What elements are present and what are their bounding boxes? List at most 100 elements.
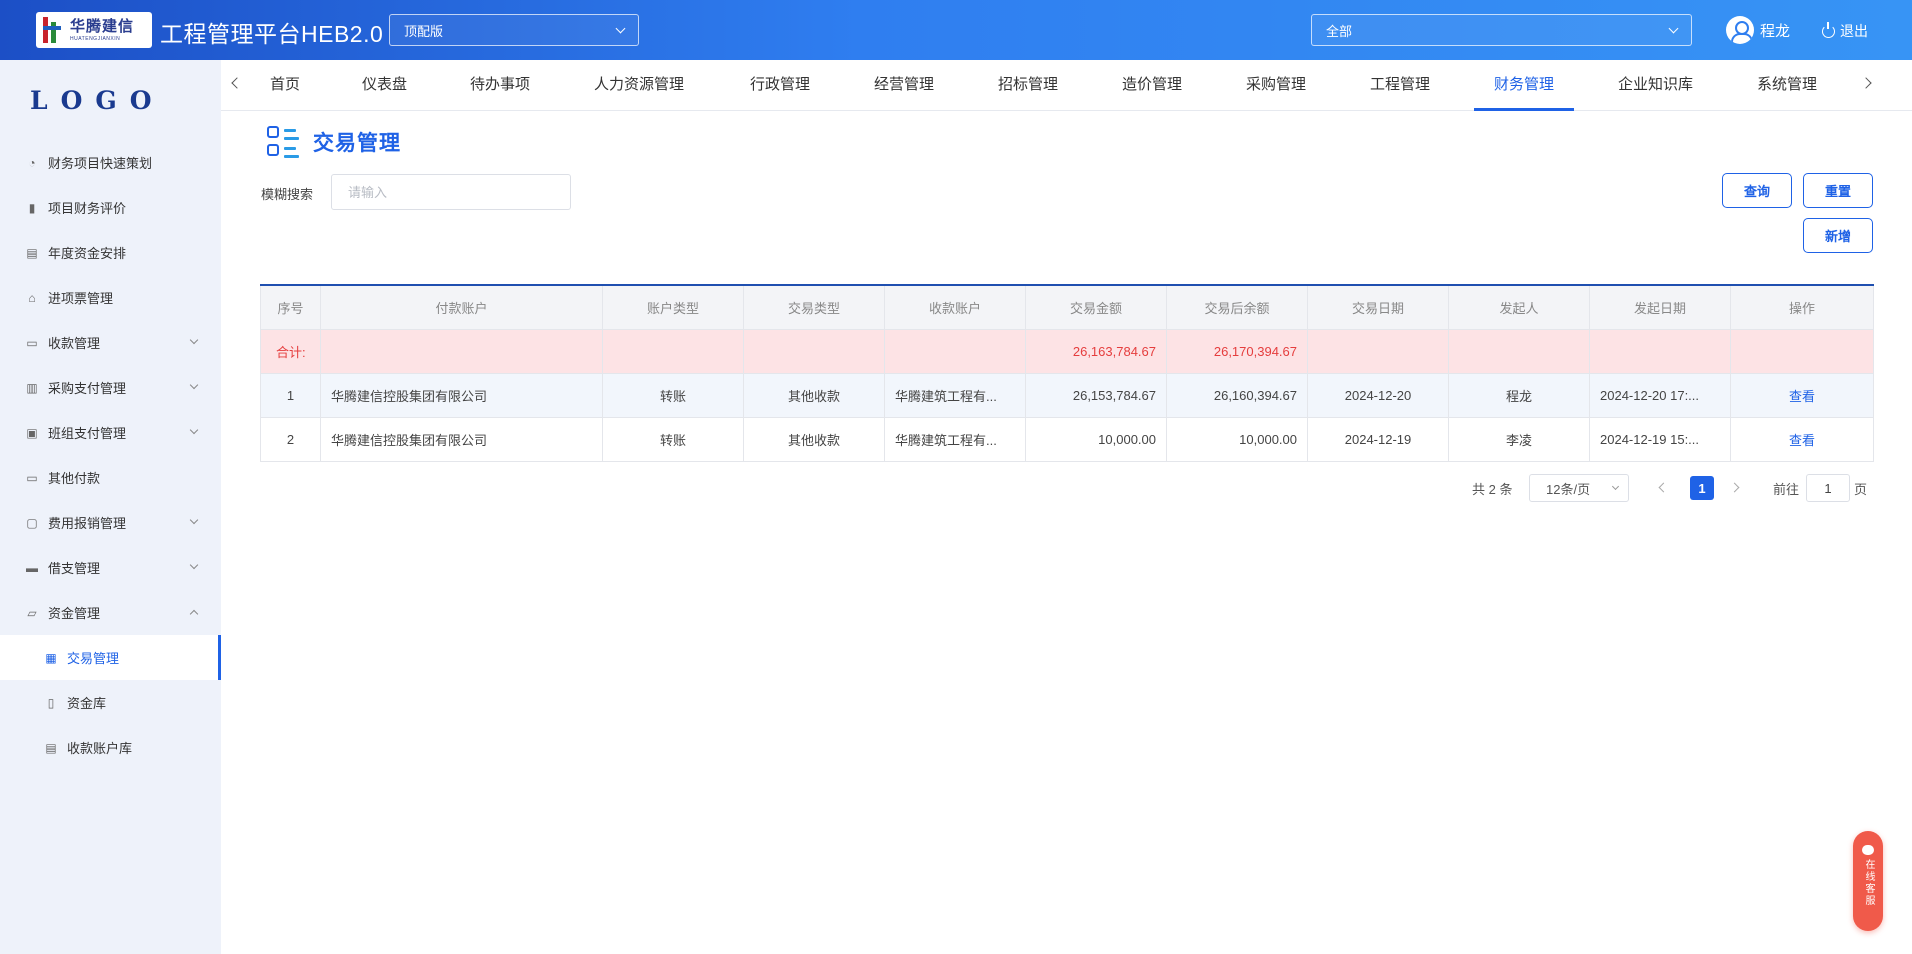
sidebar-item-receipts[interactable]: ▭ 收款管理 — [0, 320, 221, 365]
cell-pay-account: 华腾建信控股集团有限公司 — [320, 416, 603, 462]
tab-home[interactable]: 首页 — [270, 60, 300, 111]
tab-finance[interactable]: 财务管理 — [1473, 60, 1575, 111]
tab-bidding[interactable]: 招标管理 — [998, 60, 1058, 111]
sidebar-item-purchase-payment[interactable]: ▥ 采购支付管理 — [0, 365, 221, 410]
list-menu-icon — [267, 126, 299, 158]
col-header-trade-type: 交易类型 — [743, 284, 885, 330]
tab-procurement[interactable]: 采购管理 — [1246, 60, 1306, 111]
tab-admin[interactable]: 行政管理 — [750, 60, 810, 111]
cell-trade-type: 其他收款 — [743, 416, 885, 462]
chevron-down-icon — [189, 335, 199, 345]
sidebar-item-label: 进项票管理 — [48, 291, 114, 306]
page-size-value: 12条/页 — [1546, 481, 1591, 497]
view-link[interactable]: 查看 — [1789, 389, 1815, 404]
cell-initiator: 程龙 — [1448, 372, 1590, 418]
sidebar-item-fund-library[interactable]: ▯ 资金库 — [0, 680, 221, 725]
monitor-icon: ▭ — [26, 335, 38, 350]
summary-label: 合计: — [260, 328, 321, 374]
tab-dashboard[interactable]: 仪表盘 — [362, 60, 407, 111]
col-header-init-date: 发起日期 — [1589, 284, 1731, 330]
scope-select-value: 全部 — [1326, 23, 1353, 39]
chevron-left-icon[interactable] — [231, 77, 243, 89]
view-link[interactable]: 查看 — [1789, 433, 1815, 448]
sidebar-item-other-payment[interactable]: ▭ 其他付款 — [0, 455, 221, 500]
module-nav: 首页 仪表盘 待办事项 人力资源管理 行政管理 经营管理 招标管理 造价管理 采… — [221, 60, 1912, 111]
sidebar-item-loan[interactable]: ▬ 借支管理 — [0, 545, 221, 590]
tab-system[interactable]: 系统管理 — [1757, 60, 1817, 111]
cell-no: 1 — [260, 372, 321, 418]
col-header-initiator: 发起人 — [1448, 284, 1590, 330]
tab-knowledge[interactable]: 企业知识库 — [1618, 60, 1693, 111]
cell-amount: 26,153,784.67 — [1025, 372, 1167, 418]
next-page-icon[interactable] — [1729, 482, 1740, 493]
top-header: 华腾建信 HUATENGJIANXIN 工程管理平台HEB2.0 顶配版 全部 … — [0, 0, 1912, 60]
document-icon: ▤ — [26, 245, 38, 260]
cell-account-type: 转账 — [602, 416, 744, 462]
chevron-down-icon — [615, 23, 626, 33]
tab-cost[interactable]: 造价管理 — [1122, 60, 1182, 111]
avatar-icon — [1726, 16, 1754, 44]
chat-icon — [1862, 845, 1874, 855]
col-header-no: 序号 — [260, 284, 321, 330]
cell-date: 2024-12-20 — [1307, 372, 1449, 418]
version-select[interactable]: 顶配版 — [389, 14, 639, 46]
brand-name: 华腾建信 — [70, 16, 135, 35]
summary-cell — [743, 328, 885, 374]
sidebar-item-expense[interactable]: ▢ 费用报销管理 — [0, 500, 221, 545]
current-page[interactable]: 1 — [1690, 476, 1714, 500]
chart-icon: ▥ — [26, 380, 38, 395]
chevron-right-icon[interactable] — [1860, 77, 1872, 89]
summary-cell — [1307, 328, 1449, 374]
company-logo: 华腾建信 HUATENGJIANXIN — [36, 12, 152, 48]
search-label: 模糊搜索 — [261, 187, 314, 202]
ticket-icon: ▬ — [26, 560, 38, 575]
tab-engineering[interactable]: 工程管理 — [1370, 60, 1430, 111]
page-size-select[interactable]: 12条/页 — [1529, 474, 1629, 502]
sidebar-item-project-planning[interactable]: ◔ 财务项目快速策划 — [0, 140, 221, 185]
search-input[interactable] — [331, 174, 571, 210]
scope-select[interactable]: 全部 — [1311, 14, 1692, 46]
cell-trade-type: 其他收款 — [743, 372, 885, 418]
online-service-button[interactable]: 在线客服 — [1853, 831, 1883, 931]
table-header-row: 序号 付款账户 账户类型 交易类型 收款账户 交易金额 交易后余额 交易日期 发… — [260, 284, 1874, 330]
sidebar-item-annual-funds[interactable]: ▤ 年度资金安排 — [0, 230, 221, 275]
chevron-down-icon — [189, 560, 199, 570]
sidebar-item-label: 资金库 — [67, 696, 107, 711]
chevron-down-icon — [189, 380, 199, 390]
sidebar-item-label: 资金管理 — [48, 606, 101, 621]
cell-receive-account: 华腾建筑工程有... — [884, 416, 1026, 462]
user-menu[interactable]: 程龙 — [1726, 16, 1790, 44]
logout-button[interactable]: 退出 — [1822, 21, 1868, 41]
page-title: 交易管理 — [313, 132, 401, 155]
summary-cell — [320, 328, 603, 374]
sidebar-item-project-evaluation[interactable]: ▮ 项目财务评价 — [0, 185, 221, 230]
goto-label: 前往 — [1773, 481, 1800, 497]
sidebar-item-receive-accounts[interactable]: ▤ 收款账户库 — [0, 725, 221, 770]
cell-init-date: 2024-12-20 17:... — [1589, 372, 1731, 418]
sidebar-item-label: 采购支付管理 — [48, 381, 127, 396]
list-icon: ▤ — [45, 740, 57, 755]
tab-todo[interactable]: 待办事项 — [470, 60, 530, 111]
sidebar-item-fund-management[interactable]: ▱ 资金管理 — [0, 590, 221, 635]
chevron-down-icon — [189, 425, 199, 435]
sidebar-item-transaction[interactable]: ▦ 交易管理 — [0, 635, 221, 680]
query-button[interactable]: 查询 — [1722, 173, 1792, 208]
card-icon: ▭ — [26, 470, 38, 485]
col-header-account-type: 账户类型 — [602, 284, 744, 330]
sidebar-item-input-invoice[interactable]: ⌂ 进项票管理 — [0, 275, 221, 320]
reset-button[interactable]: 重置 — [1803, 173, 1873, 208]
summary-cell — [1448, 328, 1590, 374]
sidebar-item-team-payment[interactable]: ▣ 班组支付管理 — [0, 410, 221, 455]
goto-page-input[interactable] — [1806, 474, 1850, 502]
prev-page-icon[interactable] — [1658, 482, 1669, 493]
pagination-total: 共 2 条 — [1472, 481, 1513, 497]
chevron-up-icon — [189, 609, 199, 619]
chevron-down-icon — [1611, 482, 1620, 491]
add-button[interactable]: 新增 — [1803, 218, 1873, 253]
cell-pay-account: 华腾建信控股集团有限公司 — [320, 372, 603, 418]
tab-hr[interactable]: 人力资源管理 — [594, 60, 684, 111]
summary-cell — [1589, 328, 1731, 374]
user-name: 程龙 — [1760, 22, 1791, 40]
brand-name-en: HUATENGJIANXIN — [70, 35, 121, 42]
tab-business[interactable]: 经营管理 — [874, 60, 934, 111]
